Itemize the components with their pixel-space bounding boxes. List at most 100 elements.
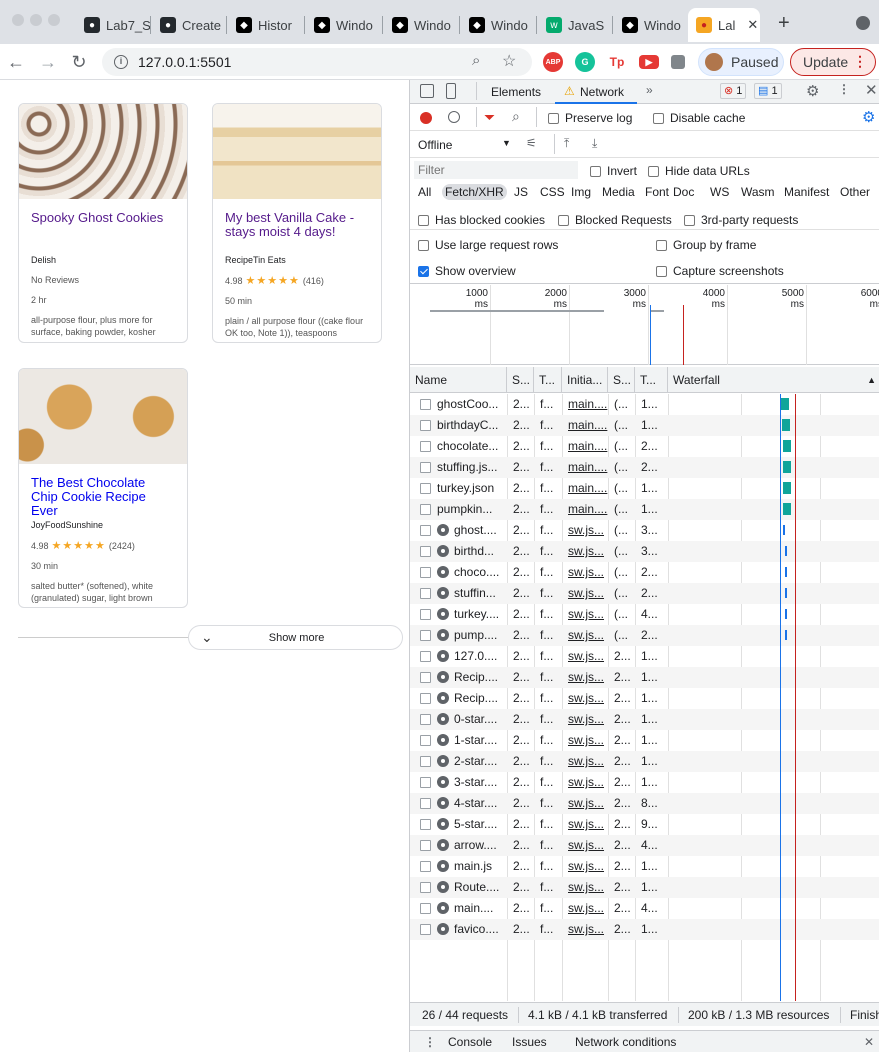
filter-type-all[interactable]: All bbox=[418, 185, 431, 199]
request-row[interactable]: 3-star.... 2... f... sw.js... 2... 1... bbox=[410, 772, 879, 793]
filter-type-media[interactable]: Media bbox=[602, 185, 635, 199]
device-toolbar-icon[interactable] bbox=[446, 83, 456, 99]
column-name[interactable]: Name bbox=[410, 367, 507, 393]
clear-icon[interactable] bbox=[448, 111, 460, 123]
request-row[interactable]: ghost.... 2... f... sw.js... (... 3... bbox=[410, 520, 879, 541]
browser-tab[interactable]: ◆ Windo bbox=[614, 8, 688, 42]
request-init-cell[interactable]: sw.js... bbox=[564, 541, 608, 562]
drawer-menu-icon[interactable]: ⋮ bbox=[424, 1031, 436, 1053]
filter-type-doc[interactable]: Doc bbox=[673, 185, 694, 199]
request-init-cell[interactable]: sw.js... bbox=[564, 583, 608, 604]
request-init-cell[interactable]: main.... bbox=[564, 415, 608, 436]
request-row[interactable]: 1-star.... 2... f... sw.js... 2... 1... bbox=[410, 730, 879, 751]
adblock-extension-icon[interactable]: ABP bbox=[543, 52, 563, 72]
request-init-cell[interactable]: sw.js... bbox=[564, 898, 608, 919]
show-more-button[interactable]: ⌄ Show more bbox=[188, 625, 403, 650]
third-party-requests-checkbox[interactable]: 3rd-party requests bbox=[684, 213, 798, 227]
new-tab-button[interactable]: + bbox=[778, 12, 790, 35]
request-row[interactable]: 4-star.... 2... f... sw.js... 2... 8... bbox=[410, 793, 879, 814]
errors-badge[interactable]: ⊗ 1 bbox=[720, 83, 747, 99]
large-request-rows-checkbox[interactable]: Use large request rows bbox=[418, 238, 558, 252]
request-init-cell[interactable]: sw.js... bbox=[564, 625, 608, 646]
extensions-puzzle-icon[interactable] bbox=[671, 55, 685, 69]
profile-paused-button[interactable]: Paused bbox=[698, 48, 784, 76]
column-status[interactable]: S... bbox=[507, 367, 534, 393]
request-init-cell[interactable]: main.... bbox=[564, 499, 608, 520]
browser-tab[interactable]: w JavaS bbox=[538, 8, 612, 42]
back-button[interactable]: ← bbox=[4, 50, 28, 74]
tp-extension-icon[interactable]: Tp bbox=[607, 52, 627, 72]
recipe-card[interactable]: My best Vanilla Cake - stays moist 4 day… bbox=[212, 103, 382, 343]
request-row[interactable]: stuffin... 2... f... sw.js... (... 2... bbox=[410, 583, 879, 604]
request-init-cell[interactable]: sw.js... bbox=[564, 772, 608, 793]
request-row[interactable]: pump.... 2... f... sw.js... (... 2... bbox=[410, 625, 879, 646]
request-init-cell[interactable]: main.... bbox=[564, 457, 608, 478]
request-init-cell[interactable]: sw.js... bbox=[564, 835, 608, 856]
browser-tab[interactable]: ◆ Windo bbox=[461, 8, 535, 42]
request-row[interactable]: choco.... 2... f... sw.js... (... 2... bbox=[410, 562, 879, 583]
request-row[interactable]: main.js 2... f... sw.js... 2... 1... bbox=[410, 856, 879, 877]
group-by-frame-checkbox[interactable]: Group by frame bbox=[656, 238, 756, 252]
info-icon[interactable]: i bbox=[114, 55, 128, 69]
browser-tab[interactable]: ◆ Windo bbox=[384, 8, 458, 42]
request-init-cell[interactable]: main.... bbox=[564, 394, 608, 415]
show-overview-checkbox[interactable]: Show overview bbox=[418, 264, 516, 278]
request-init-cell[interactable]: sw.js... bbox=[564, 667, 608, 688]
request-row[interactable]: Route.... 2... f... sw.js... 2... 1... bbox=[410, 877, 879, 898]
request-row[interactable]: Recip.... 2... f... sw.js... 2... 1... bbox=[410, 688, 879, 709]
devtools-menu-icon[interactable]: ⋮ bbox=[838, 82, 850, 96]
hide-data-urls-checkbox[interactable]: Hide data URLs bbox=[648, 164, 750, 178]
request-row[interactable]: chocolate... 2... f... main.... (... 2... bbox=[410, 436, 879, 457]
column-waterfall[interactable]: Waterfall ▲ bbox=[668, 367, 879, 393]
request-init-cell[interactable]: sw.js... bbox=[564, 793, 608, 814]
column-time[interactable]: T... bbox=[635, 367, 668, 393]
drawer-tab-network-conditions[interactable]: Network conditions bbox=[575, 1031, 676, 1053]
filter-icon[interactable]: ⏷ bbox=[484, 109, 495, 126]
request-init-cell[interactable]: sw.js... bbox=[564, 646, 608, 667]
network-overview[interactable]: 1000 ms 2000 ms 3000 ms 4000 ms 5000 ms 6000 … bbox=[410, 285, 879, 365]
browser-tab[interactable]: ● Create bbox=[152, 8, 226, 42]
recipe-card[interactable]: The Best Chocolate Chip Cookie Recipe Ev… bbox=[18, 368, 188, 608]
request-row[interactable]: turkey.... 2... f... sw.js... (... 4... bbox=[410, 604, 879, 625]
filter-type-manifest[interactable]: Manifest bbox=[784, 185, 829, 199]
request-init-cell[interactable]: sw.js... bbox=[564, 814, 608, 835]
column-type[interactable]: T... bbox=[534, 367, 562, 393]
filter-type-other[interactable]: Other bbox=[840, 185, 870, 199]
zoom-icon[interactable]: ⌕ bbox=[472, 52, 480, 69]
filter-type-img[interactable]: Img bbox=[571, 185, 591, 199]
request-init-cell[interactable]: sw.js... bbox=[564, 919, 608, 940]
search-icon[interactable]: ⌕ bbox=[512, 108, 520, 125]
request-row[interactable]: turkey.json 2... f... main.... (... 1... bbox=[410, 478, 879, 499]
messages-badge[interactable]: ▤ 1 bbox=[754, 83, 782, 99]
filter-type-js[interactable]: JS bbox=[514, 185, 528, 199]
request-row[interactable]: arrow.... 2... f... sw.js... 2... 4... bbox=[410, 835, 879, 856]
filter-type-css[interactable]: CSS bbox=[540, 185, 565, 199]
throttling-select[interactable]: Offline bbox=[418, 138, 452, 152]
drawer-tab-console[interactable]: Console bbox=[448, 1031, 492, 1053]
settings-gear-icon[interactable]: ⚙ bbox=[806, 82, 819, 100]
tab-elements[interactable]: Elements bbox=[491, 85, 541, 99]
blocked-requests-checkbox[interactable]: Blocked Requests bbox=[558, 213, 672, 227]
reload-button[interactable]: ↻ bbox=[67, 50, 91, 74]
close-drawer-icon[interactable]: ✕ bbox=[864, 1031, 874, 1053]
record-icon[interactable] bbox=[420, 112, 432, 124]
request-init-cell[interactable]: main.... bbox=[564, 478, 608, 499]
update-button[interactable]: Update ⋮ bbox=[790, 48, 876, 76]
menu-kebab-icon[interactable]: ⋮ bbox=[853, 53, 867, 70]
request-row[interactable]: 2-star.... 2... f... sw.js... 2... 1... bbox=[410, 751, 879, 772]
request-init-cell[interactable]: sw.js... bbox=[564, 730, 608, 751]
column-initiator[interactable]: Initia... bbox=[562, 367, 608, 393]
filter-type-font[interactable]: Font bbox=[645, 185, 669, 199]
close-devtools-icon[interactable]: ✕ bbox=[865, 81, 878, 99]
network-conditions-icon[interactable]: ⚟ bbox=[526, 136, 537, 150]
invert-checkbox[interactable]: Invert bbox=[590, 164, 637, 178]
filter-type-wasm[interactable]: Wasm bbox=[741, 185, 775, 199]
browser-tab[interactable]: ● Lab7_S bbox=[76, 8, 150, 42]
column-size[interactable]: S... bbox=[608, 367, 635, 393]
request-row[interactable]: Recip.... 2... f... sw.js... 2... 1... bbox=[410, 667, 879, 688]
zoom-window-button[interactable] bbox=[48, 14, 60, 26]
request-row[interactable]: 127.0.... 2... f... sw.js... 2... 1... bbox=[410, 646, 879, 667]
network-settings-icon[interactable]: ⚙ bbox=[862, 108, 875, 126]
has-blocked-cookies-checkbox[interactable]: Has blocked cookies bbox=[418, 213, 545, 227]
browser-tab[interactable]: ◆ Histor bbox=[228, 8, 302, 42]
